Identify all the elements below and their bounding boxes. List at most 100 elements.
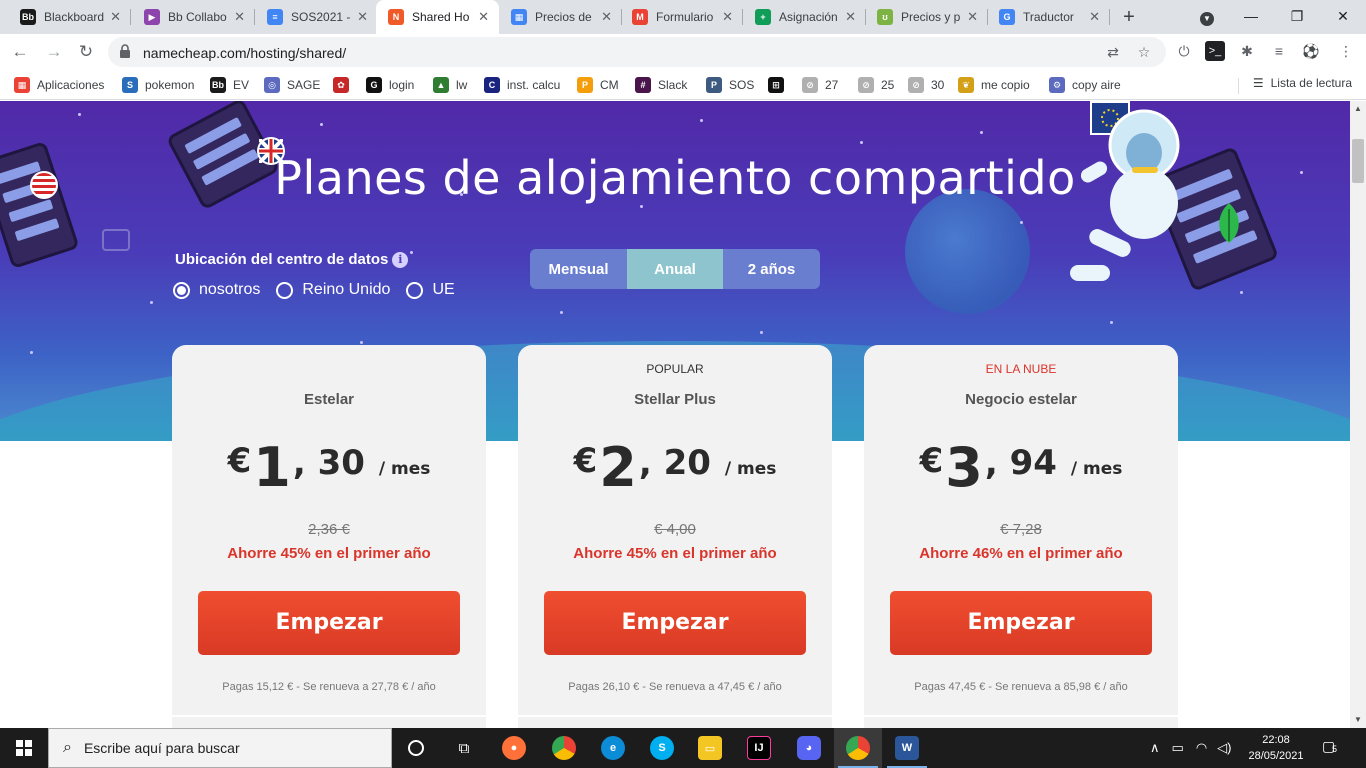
browser-tab[interactable]: M Formulario ✕ <box>620 0 743 34</box>
scroll-up-arrow-icon[interactable]: ▲ <box>1350 101 1366 117</box>
close-tab-icon[interactable]: ✕ <box>967 9 978 25</box>
bookmark-item[interactable]: ◎ SAGE <box>264 76 320 94</box>
menu-icon[interactable]: ⋮ <box>1336 41 1356 61</box>
bookmark-icon: Bb <box>210 77 226 93</box>
close-tab-icon[interactable]: ✕ <box>110 9 121 25</box>
datacenter-radio-option[interactable]: nosotros <box>173 281 260 299</box>
forward-button[interactable]: → <box>42 41 66 63</box>
close-tab-icon[interactable]: ✕ <box>845 9 856 25</box>
bookmark-icon: ◎ <box>264 77 280 93</box>
minimize-button[interactable]: — <box>1228 0 1274 34</box>
scroll-down-arrow-icon[interactable]: ▼ <box>1350 712 1366 728</box>
intellij-icon[interactable]: IJ <box>735 728 783 768</box>
battery-icon[interactable]: ▭ <box>1172 740 1184 756</box>
discord-icon[interactable]: ◕ <box>785 728 833 768</box>
media-control-icon[interactable]: ≡ <box>1269 41 1289 61</box>
renewal-info: Pagas 26,10 € - Se renueva a 47,45 € / a… <box>568 681 782 693</box>
bookmark-star-icon[interactable]: ☆ <box>1135 43 1153 61</box>
start-button[interactable] <box>0 728 48 768</box>
reload-button[interactable]: ↻ <box>74 41 98 63</box>
close-tab-icon[interactable]: ✕ <box>601 9 612 25</box>
extension-power-icon[interactable]: ⏻ <box>1174 41 1194 61</box>
browser-tab[interactable]: ▶ Bb Collabo ✕ <box>132 0 255 34</box>
tab-search-icon[interactable]: ▼ <box>1184 0 1230 34</box>
reading-list-button[interactable]: ☰ Lista de lectura <box>1253 76 1352 90</box>
plan-name: Estelar <box>303 391 355 408</box>
file-explorer-icon[interactable]: ▭ <box>686 728 734 768</box>
bookmark-item[interactable]: ⊘ 27 <box>802 76 838 94</box>
browser-tab[interactable]: G Traductor ✕ <box>987 0 1110 34</box>
billing-option[interactable]: 2 años <box>723 249 820 289</box>
scrollbar-thumb[interactable] <box>1352 139 1364 183</box>
back-button[interactable]: ← <box>8 41 32 63</box>
datacenter-radio-option[interactable]: UE <box>406 281 455 299</box>
edge-icon[interactable]: e <box>589 728 637 768</box>
chrome-profile-icon[interactable] <box>834 728 882 768</box>
start-button[interactable]: Empezar <box>544 591 806 655</box>
chat-bubble-decoration <box>102 229 130 251</box>
browser-tab[interactable]: N Shared Ho ✕ <box>376 0 499 34</box>
firefox-icon[interactable]: ● <box>490 728 538 768</box>
bookmark-label: inst. calcu <box>507 78 561 92</box>
start-button[interactable]: Empezar <box>890 591 1152 655</box>
browser-tab[interactable]: + Asignación ✕ <box>743 0 866 34</box>
bookmark-item[interactable]: Glogin <box>366 76 414 94</box>
close-tab-icon[interactable]: ✕ <box>478 9 489 25</box>
bookmark-item[interactable]: ⚙ copy aire <box>1049 76 1121 94</box>
translate-icon[interactable]: ⇄ <box>1104 43 1122 61</box>
browser-tab[interactable]: ʊ Precios y p ✕ <box>865 0 988 34</box>
close-tab-icon[interactable]: ✕ <box>1089 9 1100 25</box>
radio-button[interactable] <box>406 281 424 299</box>
datacenter-radio-group: nosotros Reino Unido UE <box>173 281 471 299</box>
radio-button[interactable] <box>276 281 294 299</box>
cortana-icon[interactable] <box>392 728 440 768</box>
bookmark-item[interactable]: ✿ <box>333 76 356 94</box>
bookmark-item[interactable]: ⊘ 30 <box>908 76 944 94</box>
close-tab-icon[interactable]: ✕ <box>722 9 733 25</box>
wifi-icon[interactable]: ◠ <box>1196 740 1207 756</box>
notifications-icon[interactable]: ▢ 5 <box>1322 738 1344 758</box>
terminal-extension-icon[interactable]: >_ <box>1205 41 1225 61</box>
bookmark-item[interactable]: P CM <box>577 76 619 94</box>
puzzle-extensions-icon[interactable]: ✱ <box>1237 41 1257 61</box>
close-tab-icon[interactable]: ✕ <box>234 9 245 25</box>
taskbar-search-box[interactable]: ⌕ Escribe aquí para buscar <box>48 728 392 768</box>
billing-option[interactable]: Mensual <box>530 249 627 289</box>
chrome-icon[interactable] <box>540 728 588 768</box>
tab-favicon-icon: ▦ <box>511 9 527 25</box>
clock[interactable]: 22:08 28/05/2021 <box>1246 732 1306 764</box>
datacenter-radio-option[interactable]: Reino Unido <box>276 281 390 299</box>
browser-tab[interactable]: ▦ Precios de ✕ <box>499 0 622 34</box>
browser-tab[interactable]: ≡ SOS2021 - ✕ <box>255 0 378 34</box>
info-icon[interactable]: i <box>392 251 409 268</box>
bookmark-item[interactable]: ⊘ 25 <box>858 76 894 94</box>
close-tab-icon[interactable]: ✕ <box>357 9 368 25</box>
page-scrollbar[interactable]: ▲ ▼ <box>1350 101 1366 728</box>
word-icon[interactable]: W <box>883 728 931 768</box>
tray-chevron-icon[interactable]: ∧ <box>1150 740 1160 756</box>
billing-option[interactable]: Anual <box>627 249 723 289</box>
task-view-icon[interactable]: ⧉ <box>440 728 488 768</box>
bookmark-item[interactable]: P SOS <box>706 76 754 94</box>
restore-button[interactable]: ❐ <box>1274 0 1320 34</box>
new-tab-button[interactable]: + <box>1118 6 1140 28</box>
start-button[interactable]: Empezar <box>198 591 460 655</box>
bookmark-separator <box>1238 78 1239 94</box>
bookmark-item[interactable]: ⊞ <box>768 76 791 94</box>
bookmark-item[interactable]: Spokemon <box>122 76 194 94</box>
plan-name: Negocio estelar <box>965 391 1077 408</box>
radio-button[interactable] <box>173 281 190 299</box>
bookmark-item[interactable]: ▲ lw <box>433 76 467 94</box>
skype-icon[interactable]: S <box>638 728 686 768</box>
bookmark-item[interactable]: ▦ Aplicaciones <box>14 76 104 94</box>
address-bar[interactable]: namecheap.com/hosting/shared/ ⇄ ☆ <box>108 37 1166 67</box>
bookmark-item[interactable]: ❦ me copio <box>958 76 1030 94</box>
close-window-button[interactable]: ✕ <box>1320 0 1366 34</box>
bookmark-item[interactable]: # Slack <box>635 76 687 94</box>
price-integer: 2 <box>599 436 637 499</box>
bookmark-item[interactable]: Cinst. calcu <box>484 76 560 94</box>
bookmark-item[interactable]: Bb EV <box>210 76 249 94</box>
profile-avatar[interactable]: ⚽ <box>1301 41 1321 61</box>
browser-tab[interactable]: Bb Blackboard ✕ <box>8 0 131 34</box>
volume-icon[interactable]: ◁) <box>1217 740 1231 756</box>
